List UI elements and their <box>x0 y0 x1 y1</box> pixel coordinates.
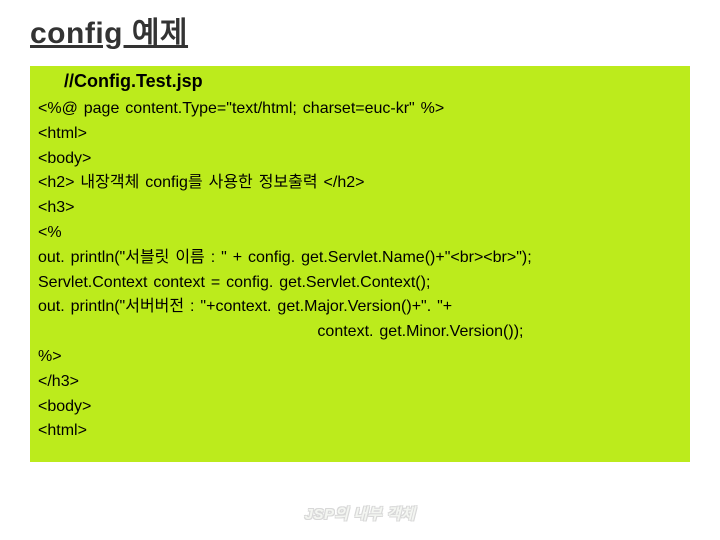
slide-title: config 예제 <box>30 8 690 52</box>
code-content: <%@ page content.Type="text/html; charse… <box>38 97 682 444</box>
footer-text: JSP의 내부 객체 <box>0 503 720 524</box>
file-name-label: //Config.Test.jsp <box>64 68 682 95</box>
code-block: //Config.Test.jsp <%@ page content.Type=… <box>30 66 690 462</box>
